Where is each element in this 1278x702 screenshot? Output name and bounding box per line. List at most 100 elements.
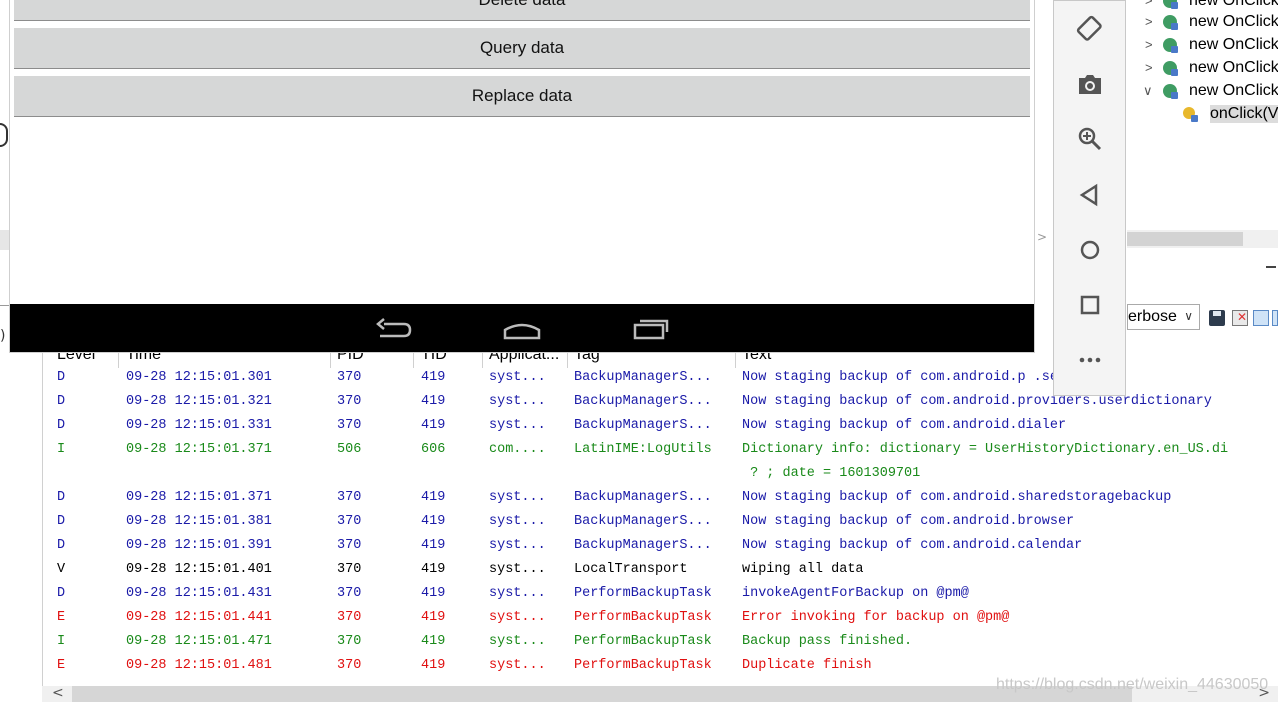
scroll-right-arrow-icon[interactable]: > xyxy=(1037,230,1049,248)
home-circle-icon[interactable] xyxy=(1076,236,1104,264)
more-icon[interactable] xyxy=(1076,346,1104,374)
log-level: I xyxy=(57,442,66,457)
log-level: D xyxy=(57,394,66,409)
log-app: com.... xyxy=(489,442,546,457)
chevron-right-icon[interactable]: > xyxy=(1145,37,1153,52)
log-tid: 419 xyxy=(421,658,446,673)
log-text: Now staging backup of com.android.calend… xyxy=(742,538,1083,553)
minimize-icon[interactable] xyxy=(1266,266,1276,268)
log-row[interactable]: E 09-28 12:15:01.441 370 419 syst... PerformB… xyxy=(43,610,1278,634)
log-tid: 419 xyxy=(421,634,446,649)
watermark: https://blog.csdn.net/weixin_44630050 xyxy=(996,676,1269,693)
log-pid: 370 xyxy=(337,610,362,625)
overview-square-icon[interactable] xyxy=(1076,291,1104,319)
log-level: E xyxy=(57,610,66,625)
log-time: 09-28 12:15:01.371 xyxy=(126,490,272,505)
log-row[interactable]: V 09-28 12:15:01.401 370 419 syst... LocalTra… xyxy=(43,562,1278,586)
log-time: 09-28 12:15:01.481 xyxy=(126,658,272,673)
outline-tree: > new OnClick > new OnClick > new OnClic… xyxy=(1127,0,1278,230)
log-tag: PerformBackupTask xyxy=(574,610,712,625)
log-level-select[interactable]: erbose ∨ xyxy=(1127,304,1200,330)
tree-item[interactable]: > new OnClick xyxy=(1127,58,1278,81)
tree-item-label: new OnClick xyxy=(1189,0,1278,9)
log-row[interactable]: D 09-28 12:15:01.381 370 419 syst... BackupMa… xyxy=(43,514,1278,538)
log-pid: 370 xyxy=(337,394,362,409)
scroll-thumb[interactable] xyxy=(72,686,1132,702)
log-time: 09-28 12:15:01.471 xyxy=(126,634,272,649)
chevron-right-icon[interactable]: > xyxy=(1145,0,1153,8)
log-tag: PerformBackupTask xyxy=(574,586,712,601)
toggle-view-icon[interactable] xyxy=(1272,310,1278,326)
log-tag: LatinIME:LogUtils xyxy=(574,442,712,457)
log-app: syst... xyxy=(489,610,546,625)
scroll-left-arrow-icon[interactable]: < xyxy=(52,685,64,701)
scroll-thumb[interactable] xyxy=(1127,232,1243,246)
replace-data-button[interactable]: Replace data xyxy=(14,76,1030,117)
log-row[interactable]: D 09-28 12:15:01.391 370 419 syst... BackupMa… xyxy=(43,538,1278,562)
log-level: I xyxy=(57,634,66,649)
tree-item[interactable]: > new OnClick xyxy=(1127,12,1278,35)
logcat-table: Level Time PID TID Applicat... Tag Text … xyxy=(42,346,1278,702)
log-time: 09-28 12:15:01.381 xyxy=(126,514,272,529)
save-icon[interactable] xyxy=(1209,310,1225,326)
log-tid: 419 xyxy=(421,610,446,625)
log-tag: BackupManagerS... xyxy=(574,394,712,409)
outline-hscrollbar[interactable] xyxy=(1127,230,1278,248)
log-level: D xyxy=(57,490,66,505)
log-pid: 506 xyxy=(337,442,362,457)
log-text: Now staging backup of com.android.browse… xyxy=(742,514,1075,529)
log-tag: BackupManagerS... xyxy=(574,538,712,553)
log-app: syst... xyxy=(489,394,546,409)
log-level: E xyxy=(57,658,66,673)
log-pid: 370 xyxy=(337,562,362,577)
tree-item-method[interactable]: onClick(V xyxy=(1127,104,1278,127)
log-tid: 419 xyxy=(421,370,446,385)
chevron-down-icon[interactable]: ∨ xyxy=(1143,83,1153,99)
query-data-button[interactable]: Query data xyxy=(14,28,1030,69)
log-row[interactable]: D 09-28 12:15:01.431 370 419 syst... PerformB… xyxy=(43,586,1278,610)
log-text: Dictionary info: dictionary = UserHistor… xyxy=(742,442,1229,457)
log-app: syst... xyxy=(489,418,546,433)
log-tid: 419 xyxy=(421,514,446,529)
log-app: syst... xyxy=(489,370,546,385)
log-tag: LocalTransport xyxy=(574,562,688,577)
log-text: invokeAgentForBackup on @pm@ xyxy=(742,586,969,601)
toggle-view-icon[interactable] xyxy=(1253,310,1269,326)
tree-item[interactable]: ∨ new OnClick xyxy=(1127,81,1278,104)
back-triangle-icon[interactable] xyxy=(1076,181,1104,209)
zoom-icon[interactable] xyxy=(1076,125,1104,153)
chevron-right-icon[interactable]: > xyxy=(1145,14,1153,29)
clear-log-icon[interactable] xyxy=(1232,310,1248,326)
log-app: syst... xyxy=(489,634,546,649)
camera-icon[interactable] xyxy=(1076,70,1104,98)
log-row[interactable]: I 09-28 12:15:01.471 370 419 syst... PerformB… xyxy=(43,634,1278,658)
log-text: Now staging backup of com.android.p .set… xyxy=(742,370,1107,385)
log-tag: BackupManagerS... xyxy=(574,490,712,505)
log-tid: 419 xyxy=(421,490,446,505)
log-time: 09-28 12:15:01.431 xyxy=(126,586,272,601)
tree-item-label: new OnClick xyxy=(1189,82,1278,99)
tree-item[interactable]: > new OnClick xyxy=(1127,35,1278,58)
log-pid: 370 xyxy=(337,370,362,385)
log-level: D xyxy=(57,418,66,433)
log-row[interactable]: D 09-28 12:15:01.371 370 419 syst... BackupMa… xyxy=(43,490,1278,514)
log-tag: PerformBackupTask xyxy=(574,634,712,649)
log-tag: BackupManagerS... xyxy=(574,418,712,433)
log-row[interactable]: D 09-28 12:15:01.321 370 419 syst... BackupMa… xyxy=(43,394,1278,418)
log-pid: 370 xyxy=(337,514,362,529)
log-app: syst... xyxy=(489,538,546,553)
log-text-continuation: ? ; date = 1601309701 xyxy=(742,466,921,481)
tree-item-label: onClick(V xyxy=(1210,105,1278,123)
chevron-right-icon[interactable]: > xyxy=(1145,60,1153,75)
chevron-down-icon: ∨ xyxy=(1184,309,1193,323)
log-pid: 370 xyxy=(337,538,362,553)
delete-data-button[interactable]: Delete data xyxy=(14,0,1030,21)
log-row[interactable]: I 09-28 12:15:01.371 506 606 com.... LatinIME… xyxy=(43,442,1278,490)
rotate-icon[interactable] xyxy=(1076,15,1104,43)
log-row[interactable]: D 09-28 12:15:01.331 370 419 syst... BackupMa… xyxy=(43,418,1278,442)
log-tid: 606 xyxy=(421,442,446,457)
back-icon[interactable] xyxy=(374,314,414,342)
home-icon[interactable] xyxy=(502,314,542,342)
log-pid: 370 xyxy=(337,634,362,649)
recents-icon[interactable] xyxy=(632,314,672,342)
